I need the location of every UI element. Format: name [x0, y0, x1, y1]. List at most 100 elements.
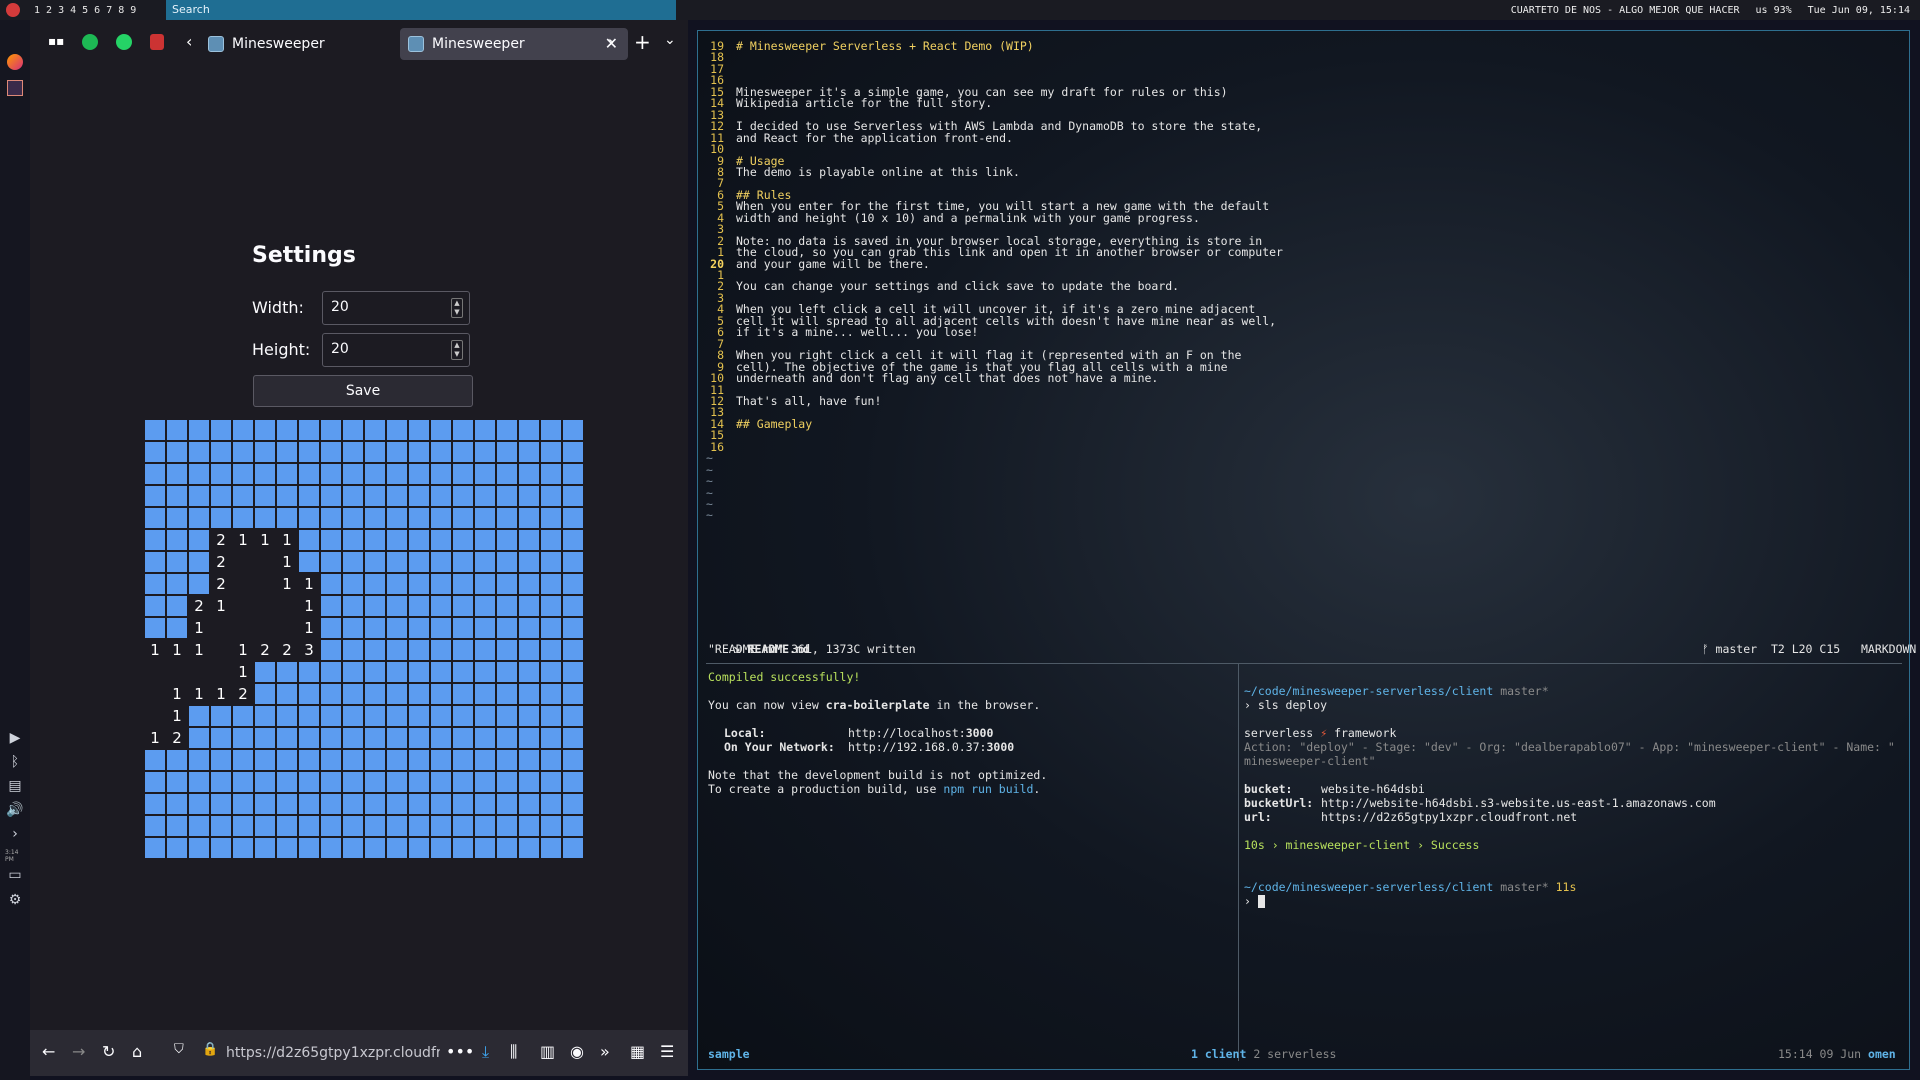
- opened-cell[interactable]: 1: [211, 596, 231, 616]
- hidden-cell[interactable]: [365, 464, 385, 484]
- hidden-cell[interactable]: [255, 816, 275, 836]
- hidden-cell[interactable]: [387, 552, 407, 572]
- hidden-cell[interactable]: [453, 442, 473, 462]
- opened-cell[interactable]: 1: [167, 640, 187, 660]
- hidden-cell[interactable]: [519, 618, 539, 638]
- hidden-cell[interactable]: [497, 530, 517, 550]
- editor-line[interactable]: width and height (10 x 10) and a permali…: [736, 211, 1200, 225]
- hidden-cell[interactable]: [431, 750, 451, 770]
- hidden-cell[interactable]: [541, 574, 561, 594]
- hidden-cell[interactable]: [431, 618, 451, 638]
- hidden-cell[interactable]: [167, 442, 187, 462]
- hidden-cell[interactable]: [431, 508, 451, 528]
- hidden-cell[interactable]: [343, 838, 363, 858]
- hidden-cell[interactable]: [453, 750, 473, 770]
- opened-cell[interactable]: 1: [145, 640, 165, 660]
- hidden-cell[interactable]: [475, 838, 495, 858]
- hidden-cell[interactable]: [541, 596, 561, 616]
- hidden-cell[interactable]: [563, 838, 583, 858]
- extensions-icon[interactable]: ▦: [630, 1042, 645, 1061]
- overflow-icon[interactable]: »: [600, 1042, 610, 1061]
- opened-cell[interactable]: 1: [299, 574, 319, 594]
- workspace-4[interactable]: 4: [70, 5, 76, 16]
- opened-cell[interactable]: 1: [277, 552, 297, 572]
- hidden-cell[interactable]: [343, 662, 363, 682]
- hidden-cell[interactable]: [277, 464, 297, 484]
- hidden-cell[interactable]: [233, 420, 253, 440]
- hidden-cell[interactable]: [541, 706, 561, 726]
- hidden-cell[interactable]: [387, 772, 407, 792]
- hidden-cell[interactable]: [277, 816, 297, 836]
- page-actions-icon[interactable]: •••: [446, 1042, 474, 1061]
- hidden-cell[interactable]: [145, 464, 165, 484]
- hidden-cell[interactable]: [453, 574, 473, 594]
- hidden-cell[interactable]: [255, 684, 275, 704]
- hidden-cell[interactable]: [519, 750, 539, 770]
- opened-cell[interactable]: 1: [233, 640, 253, 660]
- new-tab-icon[interactable]: +: [634, 30, 651, 54]
- hidden-cell[interactable]: [189, 794, 209, 814]
- hidden-cell[interactable]: [277, 508, 297, 528]
- hidden-cell[interactable]: [321, 640, 341, 660]
- hidden-cell[interactable]: [409, 530, 429, 550]
- home-icon[interactable]: ⌂: [132, 1042, 142, 1061]
- hidden-cell[interactable]: [321, 816, 341, 836]
- tmux-window-1[interactable]: 1 client: [1191, 1047, 1246, 1061]
- hidden-cell[interactable]: [299, 442, 319, 462]
- hidden-cell[interactable]: [409, 684, 429, 704]
- width-input[interactable]: 20 ▲ ▼: [322, 291, 470, 325]
- opened-cell[interactable]: 1: [189, 640, 209, 660]
- hidden-cell[interactable]: [453, 420, 473, 440]
- workspace-3[interactable]: 3: [58, 5, 64, 16]
- hidden-cell[interactable]: [475, 728, 495, 748]
- hidden-cell[interactable]: [431, 772, 451, 792]
- hidden-cell[interactable]: [409, 486, 429, 506]
- hidden-cell[interactable]: [453, 530, 473, 550]
- hidden-cell[interactable]: [343, 574, 363, 594]
- hidden-cell[interactable]: [453, 772, 473, 792]
- opened-cell[interactable]: 1: [211, 684, 231, 704]
- hidden-cell[interactable]: [409, 574, 429, 594]
- sidebar-icon[interactable]: ▥: [540, 1042, 555, 1061]
- hidden-cell[interactable]: [343, 486, 363, 506]
- hidden-cell[interactable]: [497, 662, 517, 682]
- hidden-cell[interactable]: [233, 464, 253, 484]
- hidden-cell[interactable]: [387, 596, 407, 616]
- opened-cell[interactable]: 2: [255, 640, 275, 660]
- hidden-cell[interactable]: [519, 574, 539, 594]
- hidden-cell[interactable]: [343, 552, 363, 572]
- tab-scroll-right-icon[interactable]: ›: [608, 32, 614, 51]
- hidden-cell[interactable]: [519, 420, 539, 440]
- hidden-cell[interactable]: [321, 706, 341, 726]
- hidden-cell[interactable]: [145, 618, 165, 638]
- hidden-cell[interactable]: [475, 618, 495, 638]
- hidden-cell[interactable]: [343, 706, 363, 726]
- hidden-cell[interactable]: [387, 816, 407, 836]
- hidden-cell[interactable]: [321, 574, 341, 594]
- local-url[interactable]: http://localhost:3000: [848, 726, 993, 740]
- hidden-cell[interactable]: [497, 728, 517, 748]
- opened-cell[interactable]: 1: [167, 706, 187, 726]
- hidden-cell[interactable]: [211, 442, 231, 462]
- hidden-cell[interactable]: [211, 486, 231, 506]
- hidden-cell[interactable]: [519, 508, 539, 528]
- hidden-cell[interactable]: [409, 728, 429, 748]
- hidden-cell[interactable]: [541, 552, 561, 572]
- hidden-cell[interactable]: [497, 596, 517, 616]
- hidden-cell[interactable]: [431, 486, 451, 506]
- minesweeper-board[interactable]: 21112121121111111122311112112: [144, 419, 584, 859]
- hidden-cell[interactable]: [387, 464, 407, 484]
- hidden-cell[interactable]: [519, 486, 539, 506]
- hidden-cell[interactable]: [475, 486, 495, 506]
- hidden-cell[interactable]: [475, 684, 495, 704]
- hidden-cell[interactable]: [431, 684, 451, 704]
- hidden-cell[interactable]: [497, 706, 517, 726]
- hidden-cell[interactable]: [453, 596, 473, 616]
- shield-icon[interactable]: ⛉: [174, 1042, 184, 1057]
- hidden-cell[interactable]: [299, 420, 319, 440]
- hidden-cell[interactable]: [365, 706, 385, 726]
- opened-cell[interactable]: [145, 706, 165, 726]
- hidden-cell[interactable]: [321, 618, 341, 638]
- hidden-cell[interactable]: [299, 706, 319, 726]
- hidden-cell[interactable]: [497, 574, 517, 594]
